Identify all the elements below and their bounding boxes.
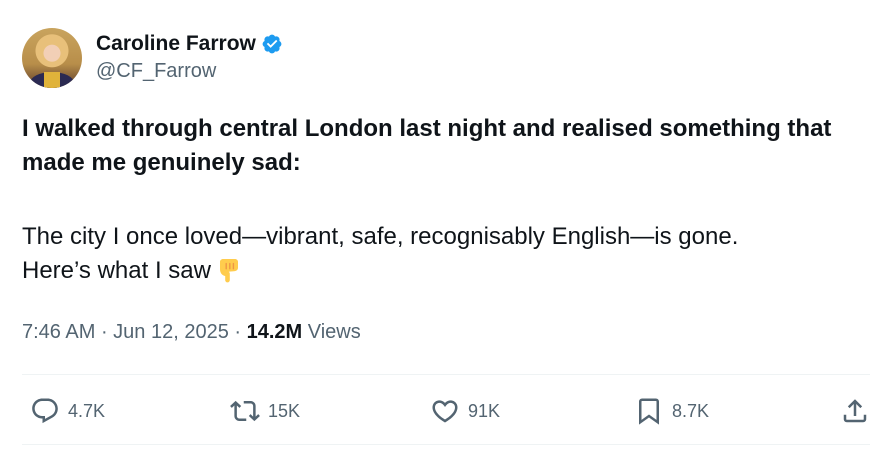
tweet-text-line3: Here’s what I saw	[22, 257, 211, 284]
views-count: 14.2M	[246, 321, 303, 343]
author-names: Caroline Farrow @CF_Farrow	[96, 31, 283, 85]
avatar[interactable]	[22, 28, 82, 88]
like-count: 91K	[468, 400, 501, 421]
repost-icon	[230, 400, 260, 422]
action-bar: 4.7K 15K 91K 8.7K	[22, 388, 870, 434]
views-label: Views	[302, 321, 361, 343]
author-display-name[interactable]: Caroline Farrow	[96, 31, 256, 57]
tweet-body: I walked through central London last nig…	[22, 112, 862, 288]
tweet-date[interactable]: Jun 12, 2025	[113, 321, 229, 343]
reply-icon	[32, 398, 58, 424]
bookmark-count: 8.7K	[672, 400, 710, 421]
meta-separator-1: ·	[95, 321, 114, 343]
pointing-down-emoji-icon	[219, 259, 238, 283]
avatar-sash	[44, 72, 60, 88]
tweet-text-line2: The city I once loved—vibrant, safe, rec…	[22, 223, 739, 250]
meta-separator-2: ·	[228, 321, 247, 343]
bookmark-icon	[639, 398, 659, 425]
verified-badge-icon[interactable]	[261, 33, 283, 55]
tweet-meta: 7:46 AM · Jun 12, 2025 · 14.2M Views	[22, 318, 361, 346]
tweet-text-line3-wrap: Here’s what I saw	[22, 254, 862, 288]
author-handle[interactable]: @CF_Farrow	[96, 57, 283, 85]
divider-bottom	[22, 444, 870, 445]
repost-button[interactable]: 15K	[230, 396, 300, 426]
share-button[interactable]	[840, 396, 870, 426]
bookmark-button[interactable]: 8.7K	[634, 396, 709, 426]
tweet-header: Caroline Farrow @CF_Farrow	[22, 28, 283, 88]
reply-count: 4.7K	[68, 400, 106, 421]
tweet-time[interactable]: 7:46 AM	[22, 321, 95, 343]
share-icon	[843, 399, 867, 423]
tweet-text-line1: I walked through central London last nig…	[22, 115, 832, 176]
name-row: Caroline Farrow	[96, 31, 283, 57]
repost-count: 15K	[268, 400, 301, 421]
heart-icon	[432, 400, 458, 423]
reply-button[interactable]: 4.7K	[30, 396, 105, 426]
like-button[interactable]: 91K	[430, 396, 500, 426]
divider-top	[22, 374, 870, 375]
